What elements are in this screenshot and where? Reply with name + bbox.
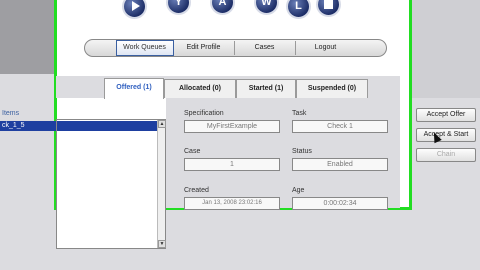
work-item-list[interactable] xyxy=(56,119,166,249)
task-label: Task xyxy=(292,110,307,117)
nav-work-queues[interactable]: Work Queues xyxy=(115,40,174,56)
created-label: Created xyxy=(184,187,209,194)
age-label: Age xyxy=(292,187,305,194)
chain-button[interactable]: Chain xyxy=(416,148,476,162)
created-field: Jan 13, 2008 23:02:16 xyxy=(184,197,280,210)
specification-field: MyFirstExample xyxy=(184,120,280,133)
scroll-up-icon[interactable]: ▲ xyxy=(158,120,166,128)
logo-letter-l: L xyxy=(286,0,311,19)
nav-logout[interactable]: Logout xyxy=(296,41,356,55)
list-scrollbar[interactable]: ▲ ▼ xyxy=(157,120,166,248)
status-label: Status xyxy=(292,148,312,155)
age-field: 0:00:02:34 xyxy=(292,197,388,210)
work-item-details: Specification MyFirstExample Task Check … xyxy=(166,98,400,210)
selected-work-item[interactable]: ck_1_5 xyxy=(0,121,56,131)
nav-edit-profile[interactable]: Edit Profile xyxy=(174,41,235,55)
tab-suspended[interactable]: Suspended (0) xyxy=(296,79,368,98)
logo-letter-a: A xyxy=(210,0,235,15)
tab-allocated[interactable]: Allocated (0) xyxy=(164,79,236,98)
case-label: Case xyxy=(184,148,201,155)
case-field: 1 xyxy=(184,158,280,171)
tab-offered[interactable]: Offered (1) xyxy=(104,78,164,99)
items-header: Items xyxy=(2,110,20,117)
accept-offer-button[interactable]: Accept Offer xyxy=(416,108,476,122)
scroll-down-icon[interactable]: ▼ xyxy=(158,240,166,248)
yawl-logo: Y A W L xyxy=(116,0,352,20)
nav-bar: Work Queues Edit Profile Cases Logout xyxy=(84,39,387,57)
selected-row-highlight[interactable] xyxy=(57,121,157,131)
play-icon xyxy=(122,0,147,19)
logo-letter-y: Y xyxy=(166,0,191,15)
specification-label: Specification xyxy=(184,110,224,117)
stop-icon xyxy=(316,0,341,17)
logo-letter-w: W xyxy=(254,0,279,15)
background-panel xyxy=(0,0,54,74)
status-field: Enabled xyxy=(292,158,388,171)
nav-cases[interactable]: Cases xyxy=(235,41,296,55)
background-strip xyxy=(400,0,480,98)
tab-started[interactable]: Started (1) xyxy=(236,79,296,98)
task-field: Check 1 xyxy=(292,120,388,133)
accept-start-button[interactable]: Accept & Start xyxy=(416,128,476,142)
